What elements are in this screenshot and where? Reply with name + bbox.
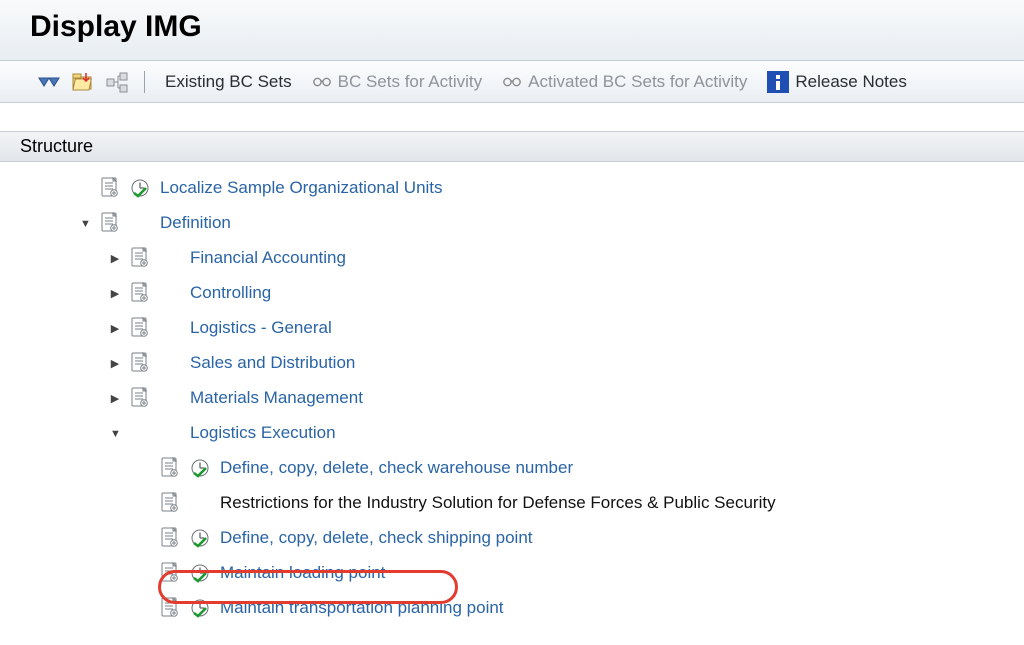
document-icon[interactable] — [160, 562, 180, 584]
tree-row-restrictions[interactable]: Restrictions for the Industry Solution f… — [80, 485, 1024, 520]
caret-closed-icon[interactable] — [110, 285, 120, 300]
document-icon[interactable] — [100, 177, 120, 199]
expand-all-button[interactable] — [36, 69, 62, 95]
activity-icon[interactable] — [190, 458, 210, 478]
document-icon[interactable] — [160, 457, 180, 479]
document-icon[interactable] — [130, 352, 150, 374]
info-icon — [767, 71, 789, 93]
structure-label: Structure — [20, 136, 93, 156]
caret-closed-icon[interactable] — [110, 390, 120, 405]
spacer — [160, 388, 180, 408]
tree-label[interactable]: Logistics Execution — [190, 423, 336, 443]
caret-open-icon[interactable] — [80, 215, 90, 230]
activity-icon[interactable] — [190, 563, 210, 583]
spacer — [130, 423, 150, 443]
where-used-button[interactable] — [104, 69, 130, 95]
tree-label[interactable]: Localize Sample Organizational Units — [160, 178, 443, 198]
bc-sets-for-activity-label: BC Sets for Activity — [338, 72, 483, 92]
release-notes-button[interactable]: Release Notes — [761, 68, 913, 96]
tree-label[interactable]: Logistics - General — [190, 318, 332, 338]
tree-row-maintain-transport[interactable]: Maintain transportation planning point — [80, 590, 1024, 625]
tree-row-maintain-loading[interactable]: Maintain loading point — [80, 555, 1024, 590]
spacer — [160, 248, 180, 268]
tree-label[interactable]: Restrictions for the Industry Solution f… — [220, 493, 776, 513]
spacer — [160, 318, 180, 338]
caret-open-icon[interactable] — [110, 425, 120, 440]
tree-row-logistics-general[interactable]: Logistics - General — [80, 310, 1024, 345]
document-icon[interactable] — [130, 387, 150, 409]
tree-label[interactable]: Maintain transportation planning point — [220, 598, 504, 618]
img-tree: Localize Sample Organizational Units Def… — [0, 162, 1024, 645]
activated-bc-sets-button[interactable]: Activated BC Sets for Activity — [496, 68, 753, 96]
tree-row-define-warehouse[interactable]: Define, copy, delete, check warehouse nu… — [80, 450, 1024, 485]
tree-label[interactable]: Sales and Distribution — [190, 353, 355, 373]
tree-row-define-shipping[interactable]: Define, copy, delete, check shipping poi… — [80, 520, 1024, 555]
tree-label[interactable]: Define, copy, delete, check warehouse nu… — [220, 458, 573, 478]
structure-header: Structure — [0, 131, 1024, 162]
existing-bc-sets-button[interactable]: Existing BC Sets — [159, 68, 298, 96]
spacer — [160, 423, 180, 443]
activity-icon[interactable] — [130, 178, 150, 198]
toolbar-separator — [144, 71, 145, 93]
spacer — [190, 493, 210, 513]
document-icon[interactable] — [160, 492, 180, 514]
activity-icon[interactable] — [190, 528, 210, 548]
tree-label[interactable]: Financial Accounting — [190, 248, 346, 268]
title-bar: Display IMG — [0, 0, 1024, 61]
spacer — [130, 213, 150, 233]
tree-label[interactable]: Materials Management — [190, 388, 363, 408]
open-button[interactable] — [70, 69, 96, 95]
document-icon[interactable] — [130, 247, 150, 269]
tree-row-localize[interactable]: Localize Sample Organizational Units — [80, 170, 1024, 205]
document-icon[interactable] — [130, 282, 150, 304]
tree-label[interactable]: Define, copy, delete, check shipping poi… — [220, 528, 533, 548]
tree-row-logistics-execution[interactable]: Logistics Execution — [80, 415, 1024, 450]
tree-label[interactable]: Definition — [160, 213, 231, 233]
caret-closed-icon[interactable] — [110, 320, 120, 335]
spacer — [160, 353, 180, 373]
activity-icon[interactable] — [190, 598, 210, 618]
glasses-icon — [502, 72, 522, 92]
release-notes-label: Release Notes — [795, 72, 907, 92]
caret-closed-icon[interactable] — [110, 250, 120, 265]
tree-row-sales-distribution[interactable]: Sales and Distribution — [80, 345, 1024, 380]
document-icon[interactable] — [100, 212, 120, 234]
tree-row-definition[interactable]: Definition — [80, 205, 1024, 240]
tree-label[interactable]: Maintain loading point — [220, 563, 385, 583]
tree-row-controlling[interactable]: Controlling — [80, 275, 1024, 310]
existing-bc-sets-label: Existing BC Sets — [165, 72, 292, 92]
spacer — [160, 283, 180, 303]
toolbar: Existing BC Sets BC Sets for Activity Ac… — [0, 61, 1024, 103]
bc-sets-for-activity-button[interactable]: BC Sets for Activity — [306, 68, 489, 96]
document-icon[interactable] — [130, 317, 150, 339]
caret-closed-icon[interactable] — [110, 355, 120, 370]
glasses-icon — [312, 72, 332, 92]
tree-row-financial-accounting[interactable]: Financial Accounting — [80, 240, 1024, 275]
document-icon[interactable] — [160, 527, 180, 549]
document-icon[interactable] — [160, 597, 180, 619]
activated-bc-sets-label: Activated BC Sets for Activity — [528, 72, 747, 92]
page-title: Display IMG — [30, 10, 1004, 44]
tree-label[interactable]: Controlling — [190, 283, 271, 303]
tree-row-materials-management[interactable]: Materials Management — [80, 380, 1024, 415]
